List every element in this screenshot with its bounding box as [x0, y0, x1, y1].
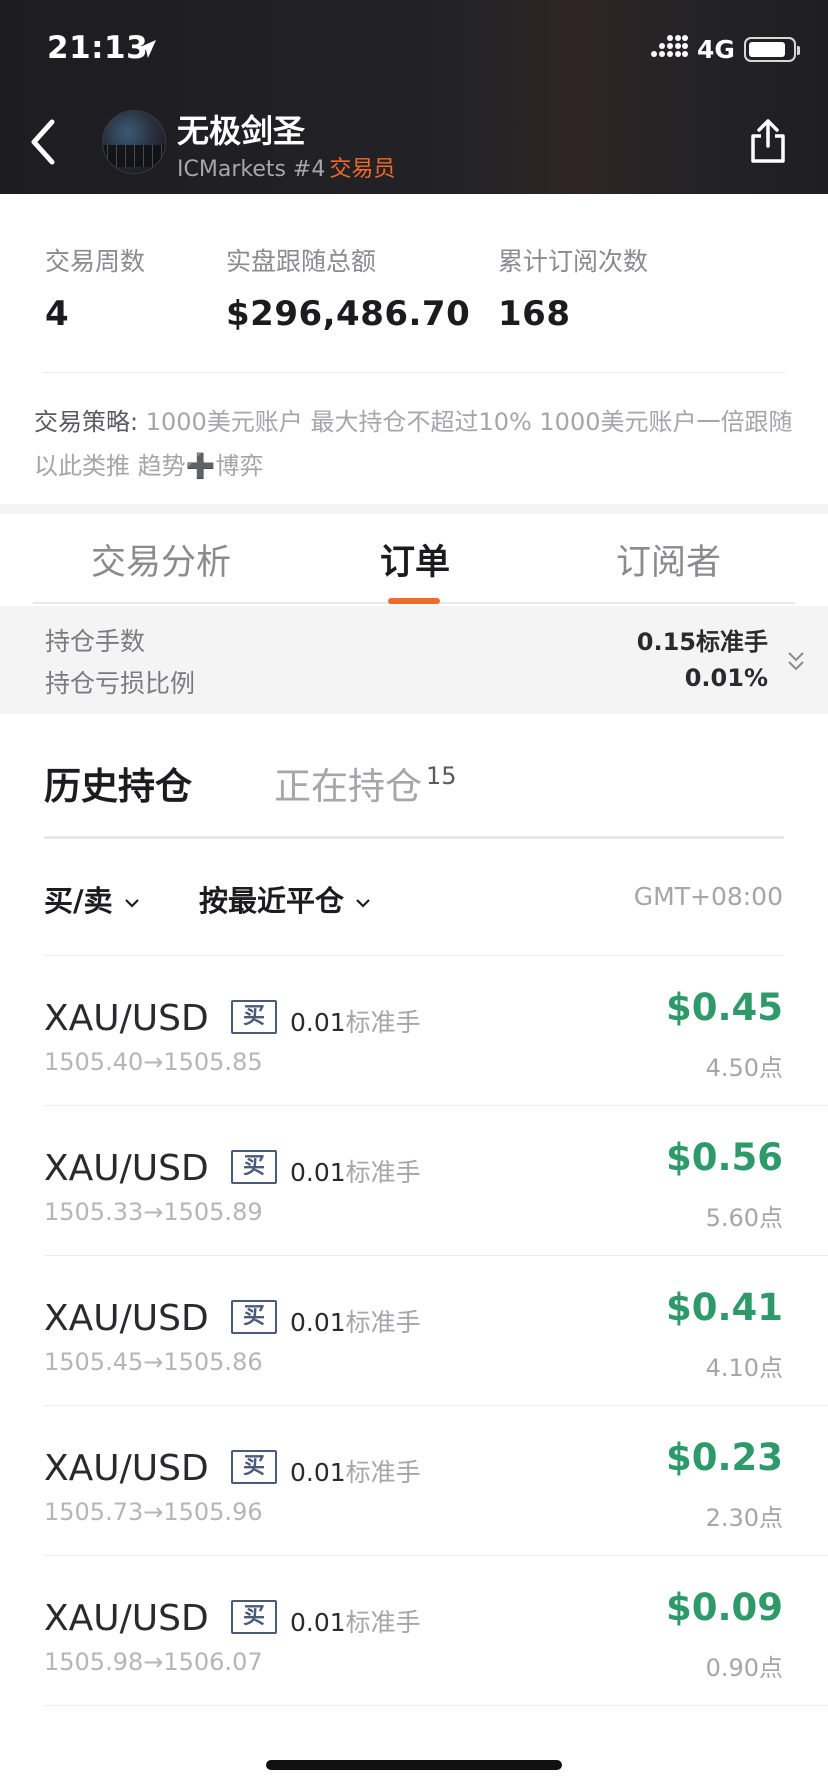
tab-subscribers[interactable]: 订阅者 — [616, 534, 721, 585]
expand-chevron-icon[interactable] — [786, 650, 806, 674]
side-filter-label: 买/卖 — [44, 884, 113, 918]
order-prices: 1505.33→1505.89 — [44, 1198, 263, 1226]
subtabs-underline — [44, 836, 784, 839]
stat-follow-amount-label: 实盘跟随总额 — [226, 247, 377, 276]
order-symbol: XAU/USD — [44, 1298, 209, 1339]
position-summary[interactable]: 持仓手数 0.15标准手 持仓亏损比例 0.01% — [0, 606, 828, 714]
signal-icon — [651, 35, 688, 57]
stats-panel: 交易周数 4 实盘跟随总额 $296,486.70 累计订阅次数 168 交易策… — [0, 194, 828, 504]
tab-orders[interactable]: 订单 — [380, 534, 450, 585]
stat-subscriptions-label: 累计订阅次数 — [498, 247, 649, 276]
trader-name: 无极剑圣 — [177, 112, 306, 150]
back-button[interactable] — [24, 112, 64, 172]
order-side-badge: 买 — [231, 1450, 277, 1484]
section-gap — [0, 504, 828, 514]
main-tabs: 交易分析 订单 订阅者 — [0, 514, 828, 606]
order-profit: $0.45 — [665, 986, 783, 1029]
order-row[interactable]: XAU/USD 买 0.01标准手 1505.33→1505.89 $0.56 … — [0, 1106, 828, 1256]
order-profit: $0.56 — [665, 1136, 783, 1179]
divider — [44, 1705, 828, 1706]
timezone-label: GMT+08:00 — [633, 882, 783, 911]
tab-open-positions[interactable]: 正在持仓 — [274, 756, 422, 810]
order-symbol: XAU/USD — [44, 998, 209, 1039]
order-lots: 0.01标准手 — [290, 1458, 421, 1487]
open-positions-count: 15 — [426, 762, 457, 790]
side-filter[interactable]: 买/卖 — [44, 878, 141, 920]
battery-icon — [744, 37, 800, 62]
stat-subscriptions-value: 168 — [498, 294, 571, 334]
order-lots: 0.01标准手 — [290, 1008, 421, 1037]
lots-value: 0.15标准手 — [636, 628, 768, 656]
order-list: XAU/USD 买 0.01标准手 1505.40→1505.85 $0.45 … — [0, 956, 828, 1706]
order-prices: 1505.45→1505.86 — [44, 1348, 263, 1376]
tab-analysis[interactable]: 交易分析 — [91, 534, 231, 585]
order-points: 0.90点 — [705, 1654, 783, 1682]
order-prices: 1505.73→1505.96 — [44, 1498, 263, 1526]
app-header: 21:13 4G 无极剑圣 ICMarkets #4 交易员 — [0, 0, 828, 194]
order-lots: 0.01标准手 — [290, 1158, 421, 1187]
order-prices: 1505.40→1505.85 — [44, 1048, 263, 1076]
strategy-description: 交易策略: 1000美元账户 最大持仓不超过10% 1000美元账户一倍跟随 以… — [34, 400, 800, 488]
strategy-label: 交易策略: — [34, 408, 139, 436]
order-side-badge: 买 — [231, 1150, 277, 1184]
active-tab-indicator — [388, 598, 440, 604]
home-indicator[interactable] — [266, 1760, 562, 1770]
order-points: 4.10点 — [705, 1354, 783, 1382]
pl-ratio-value: 0.01% — [684, 664, 768, 692]
divider — [43, 372, 785, 373]
position-subtabs: 历史持仓 正在持仓 15 — [0, 714, 828, 839]
share-button[interactable] — [748, 118, 788, 164]
strategy-text: 1000美元账户 最大持仓不超过10% 1000美元账户一倍跟随 以此类推 趋势… — [34, 408, 793, 480]
avatar[interactable] — [102, 110, 166, 174]
order-row[interactable]: XAU/USD 买 0.01标准手 1505.98→1506.07 $0.09 … — [0, 1556, 828, 1706]
chevron-down-icon — [356, 899, 370, 908]
stat-weeks-label: 交易周数 — [45, 247, 146, 276]
status-time: 21:13 — [47, 30, 149, 66]
order-lots: 0.01标准手 — [290, 1308, 421, 1337]
order-symbol: XAU/USD — [44, 1148, 209, 1189]
sort-filter-label: 按最近平仓 — [199, 884, 345, 918]
stat-follow-amount-value: $296,486.70 — [226, 294, 471, 334]
order-prices: 1505.98→1506.07 — [44, 1648, 263, 1676]
order-side-badge: 买 — [231, 1300, 277, 1334]
order-row[interactable]: XAU/USD 买 0.01标准手 1505.73→1505.96 $0.23 … — [0, 1406, 828, 1556]
trader-subtitle: ICMarkets #4 交易员 — [177, 151, 395, 183]
order-profit: $0.23 — [665, 1436, 783, 1479]
order-side-badge: 买 — [231, 1600, 277, 1634]
tab-history-positions[interactable]: 历史持仓 — [44, 756, 192, 810]
order-row[interactable]: XAU/USD 买 0.01标准手 1505.40→1505.85 $0.45 … — [0, 956, 828, 1106]
battery-level — [749, 42, 785, 57]
broker-label: ICMarkets #4 — [177, 157, 326, 182]
order-points: 5.60点 — [705, 1204, 783, 1232]
lots-label: 持仓手数 — [45, 627, 146, 656]
order-row[interactable]: XAU/USD 买 0.01标准手 1505.45→1505.86 $0.41 … — [0, 1256, 828, 1406]
role-label: 交易员 — [329, 157, 396, 182]
chevron-down-icon — [124, 899, 139, 908]
pl-ratio-label: 持仓亏损比例 — [45, 669, 196, 698]
order-symbol: XAU/USD — [44, 1448, 209, 1489]
order-symbol: XAU/USD — [44, 1598, 209, 1639]
network-type: 4G — [697, 35, 735, 64]
order-lots: 0.01标准手 — [290, 1608, 421, 1637]
location-arrow-icon — [138, 40, 156, 58]
stat-weeks-value: 4 — [45, 294, 70, 334]
filter-bar: 买/卖 按最近平仓 GMT+08:00 — [0, 840, 828, 956]
order-points: 4.50点 — [705, 1054, 783, 1082]
sort-filter[interactable]: 按最近平仓 — [199, 878, 372, 920]
order-profit: $0.09 — [665, 1586, 783, 1629]
order-side-badge: 买 — [231, 1000, 277, 1034]
order-profit: $0.41 — [665, 1286, 783, 1329]
order-points: 2.30点 — [705, 1504, 783, 1532]
